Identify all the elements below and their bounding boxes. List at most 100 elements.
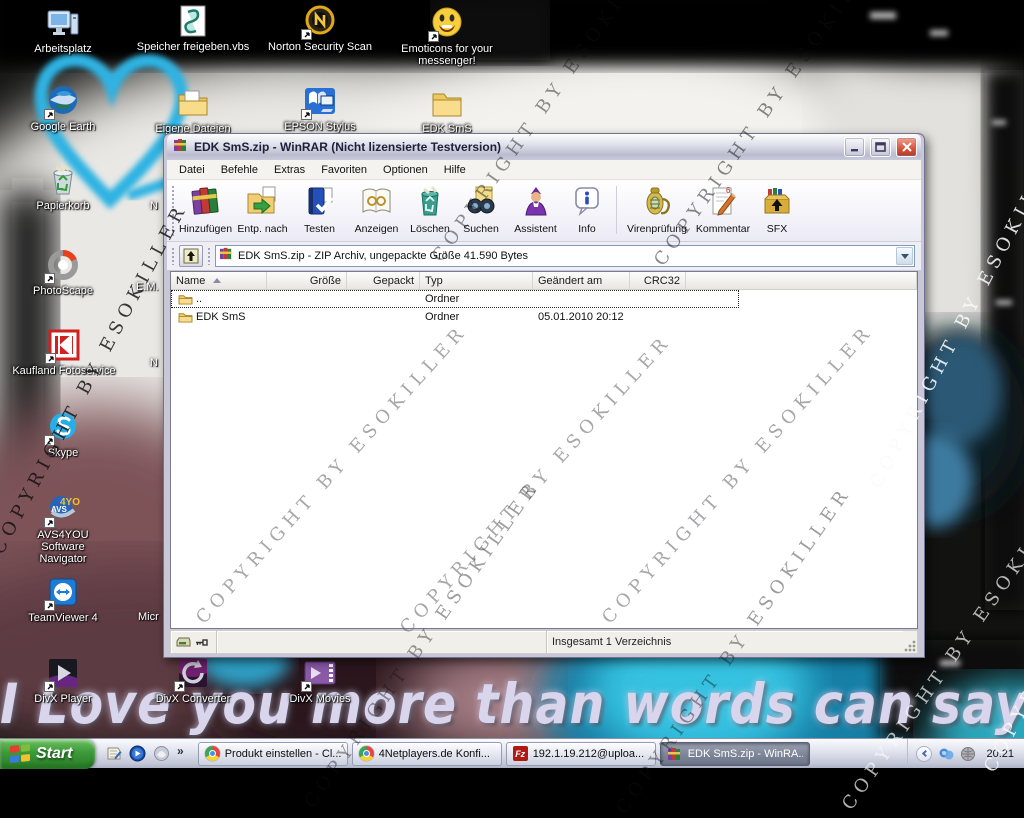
menu-extras[interactable]: Extras <box>266 162 313 178</box>
menu-datei[interactable]: Datei <box>171 162 213 178</box>
column-modified[interactable]: Geändert am <box>533 272 630 289</box>
desktop-icon-edk-sms[interactable]: EDK SmS <box>399 86 495 135</box>
address-grip <box>207 247 211 265</box>
shortcut-arrow-overlay <box>301 109 312 120</box>
desktop-icon-divx-converter[interactable]: DivX Converter <box>145 656 241 705</box>
hidden-icon-partial-label: N <box>150 357 158 369</box>
file-row-parent[interactable]: .. Ordner <box>171 290 739 308</box>
parent-folder-icon <box>178 293 193 305</box>
resize-grip[interactable] <box>903 639 917 653</box>
up-directory-button[interactable] <box>179 245 203 267</box>
quick-launch-bar: » <box>95 745 190 762</box>
messenger-icon[interactable] <box>153 745 170 762</box>
media-player-icon[interactable] <box>129 745 146 762</box>
column-crc32[interactable]: CRC32 <box>630 272 686 289</box>
menu-optionen[interactable]: Optionen <box>375 162 436 178</box>
menu-bar: Datei Befehle Extras Favoriten Optionen … <box>167 160 921 180</box>
virus-scan-icon <box>640 185 674 222</box>
show-desktop-icon[interactable] <box>105 745 122 762</box>
desktop-icon-avs4you[interactable]: 4YOUAVS AVS4YOU Software Navigator <box>15 492 111 565</box>
start-button[interactable]: Start <box>0 739 95 769</box>
add-archive-icon <box>189 185 223 222</box>
sfx-button[interactable]: SFX <box>755 182 799 238</box>
desktop-icon-teamviewer[interactable]: TeamViewer 4 <box>15 575 111 624</box>
tray-globe-icon[interactable] <box>960 746 976 762</box>
info-button[interactable]: Info <box>564 182 610 238</box>
binoculars-search-icon <box>464 185 498 222</box>
desktop-icon-emoticons[interactable]: Emoticons for your messenger! <box>399 6 495 67</box>
task-chrome-produkt[interactable]: Produkt einstellen - Cl... <box>198 742 348 766</box>
task-winrar-active[interactable]: EDK SmS.zip - WinRA... <box>660 742 810 766</box>
desktop-icon-skype[interactable]: Skype <box>15 410 111 459</box>
vbs-script-icon <box>176 4 210 38</box>
comment-button[interactable]: 6 Kommentar <box>691 182 755 238</box>
divx-movies-icon <box>303 656 337 690</box>
toolbar: Hinzufügen Entp. nach Testen Anzeigen Lö… <box>167 180 921 242</box>
teamviewer-icon <box>46 575 80 609</box>
desktop-icon-photoscape[interactable]: PhotoScape <box>15 248 111 297</box>
archive-path-combobox[interactable]: EDK SmS.zip - ZIP Archiv, ungepackte Grö… <box>215 245 915 267</box>
minimize-button[interactable] <box>844 137 865 157</box>
info-icon <box>570 185 604 222</box>
computer-icon <box>46 6 80 40</box>
wizard-button[interactable]: Assistent <box>507 182 564 238</box>
search-button[interactable]: Suchen <box>455 182 507 238</box>
combobox-dropdown-button[interactable] <box>896 247 913 265</box>
close-button[interactable] <box>896 137 917 157</box>
view-button[interactable]: Anzeigen <box>348 182 405 238</box>
archive-icon <box>219 246 234 266</box>
column-type[interactable]: Typ <box>420 272 533 289</box>
test-archive-icon <box>303 185 337 222</box>
delete-button[interactable]: Löschen <box>405 182 455 238</box>
virus-scan-button[interactable]: Virenprüfung <box>623 182 691 238</box>
divx-converter-icon <box>176 656 210 690</box>
column-name[interactable]: Name <box>171 272 267 289</box>
column-packed[interactable]: Gepackt <box>347 272 420 289</box>
shortcut-arrow-overlay <box>44 109 55 120</box>
desktop-icon-eigene-dateien[interactable]: Eigene Dateien <box>145 86 241 135</box>
system-tray: 20:21 <box>907 739 1024 768</box>
desktop-icon-papierkorb[interactable]: Papierkorb <box>15 163 111 212</box>
shortcut-arrow-overlay <box>45 353 56 364</box>
menu-favoriten[interactable]: Favoriten <box>313 162 375 178</box>
title-bar[interactable]: EDK SmS.zip - WinRAR (Nicht lizensierte … <box>167 134 921 160</box>
menu-hilfe[interactable]: Hilfe <box>436 162 474 178</box>
shortcut-arrow-overlay <box>44 435 55 446</box>
overflow-chevron-icon[interactable]: » <box>177 744 184 758</box>
address-grip <box>171 247 175 265</box>
status-icons-segment <box>171 631 217 653</box>
test-button[interactable]: Testen <box>291 182 348 238</box>
svg-text:6: 6 <box>726 186 731 195</box>
documents-folder-icon <box>176 86 210 120</box>
add-button[interactable]: Hinzufügen <box>177 182 234 238</box>
address-row: EDK SmS.zip - ZIP Archiv, ungepackte Grö… <box>167 242 921 270</box>
status-text: Insgesamt 1 Verzeichnis <box>552 636 671 648</box>
desktop-icon-divx-player[interactable]: DivX Player <box>15 656 111 705</box>
recycle-bin-icon <box>46 163 80 197</box>
sort-icon <box>213 278 221 283</box>
task-chrome-4netplayers[interactable]: 4Netplayers.de Konfi... <box>352 742 502 766</box>
desktop-icon-epson-stylus[interactable]: EPSON Stylus <box>272 84 368 133</box>
desktop-icon-arbeitsplatz[interactable]: Arbeitsplatz <box>15 6 111 55</box>
desktop-icon-label: Arbeitsplatz <box>32 43 93 55</box>
extract-to-button[interactable]: Entp. nach <box>234 182 291 238</box>
file-row-edk-sms[interactable]: EDK SmS Ordner 05.01.2010 20:12 <box>171 308 739 326</box>
desktop-icon-divx-movies[interactable]: DivX Movies <box>272 656 368 705</box>
hidden-icon-partial-label: N <box>150 200 158 212</box>
folder-icon <box>178 311 193 323</box>
desktop-icon-speicher-freigeben[interactable]: Speicher freigeben.vbs <box>133 4 253 53</box>
task-filezilla[interactable]: Fz 192.1.19.212@uploa... <box>506 742 656 766</box>
desktop-icon-kaufland[interactable]: Kaufland Fotoservice <box>8 328 120 377</box>
tray-collapse-button[interactable] <box>916 746 932 762</box>
desktop-icon-google-earth[interactable]: Google Earth <box>15 84 111 133</box>
shortcut-arrow-overlay <box>44 681 55 692</box>
menu-befehle[interactable]: Befehle <box>213 162 266 178</box>
windows-flag-icon <box>10 744 30 763</box>
desktop-icon-norton[interactable]: Norton Security Scan <box>265 4 375 53</box>
taskbar: Start » Produkt einstellen - Cl... 4Netp… <box>0 738 1024 768</box>
filezilla-icon: Fz <box>513 746 528 761</box>
column-size[interactable]: Größe <box>267 272 347 289</box>
tray-messenger-icon[interactable] <box>938 746 954 762</box>
shortcut-arrow-overlay <box>301 29 312 40</box>
maximize-button[interactable] <box>870 137 891 157</box>
